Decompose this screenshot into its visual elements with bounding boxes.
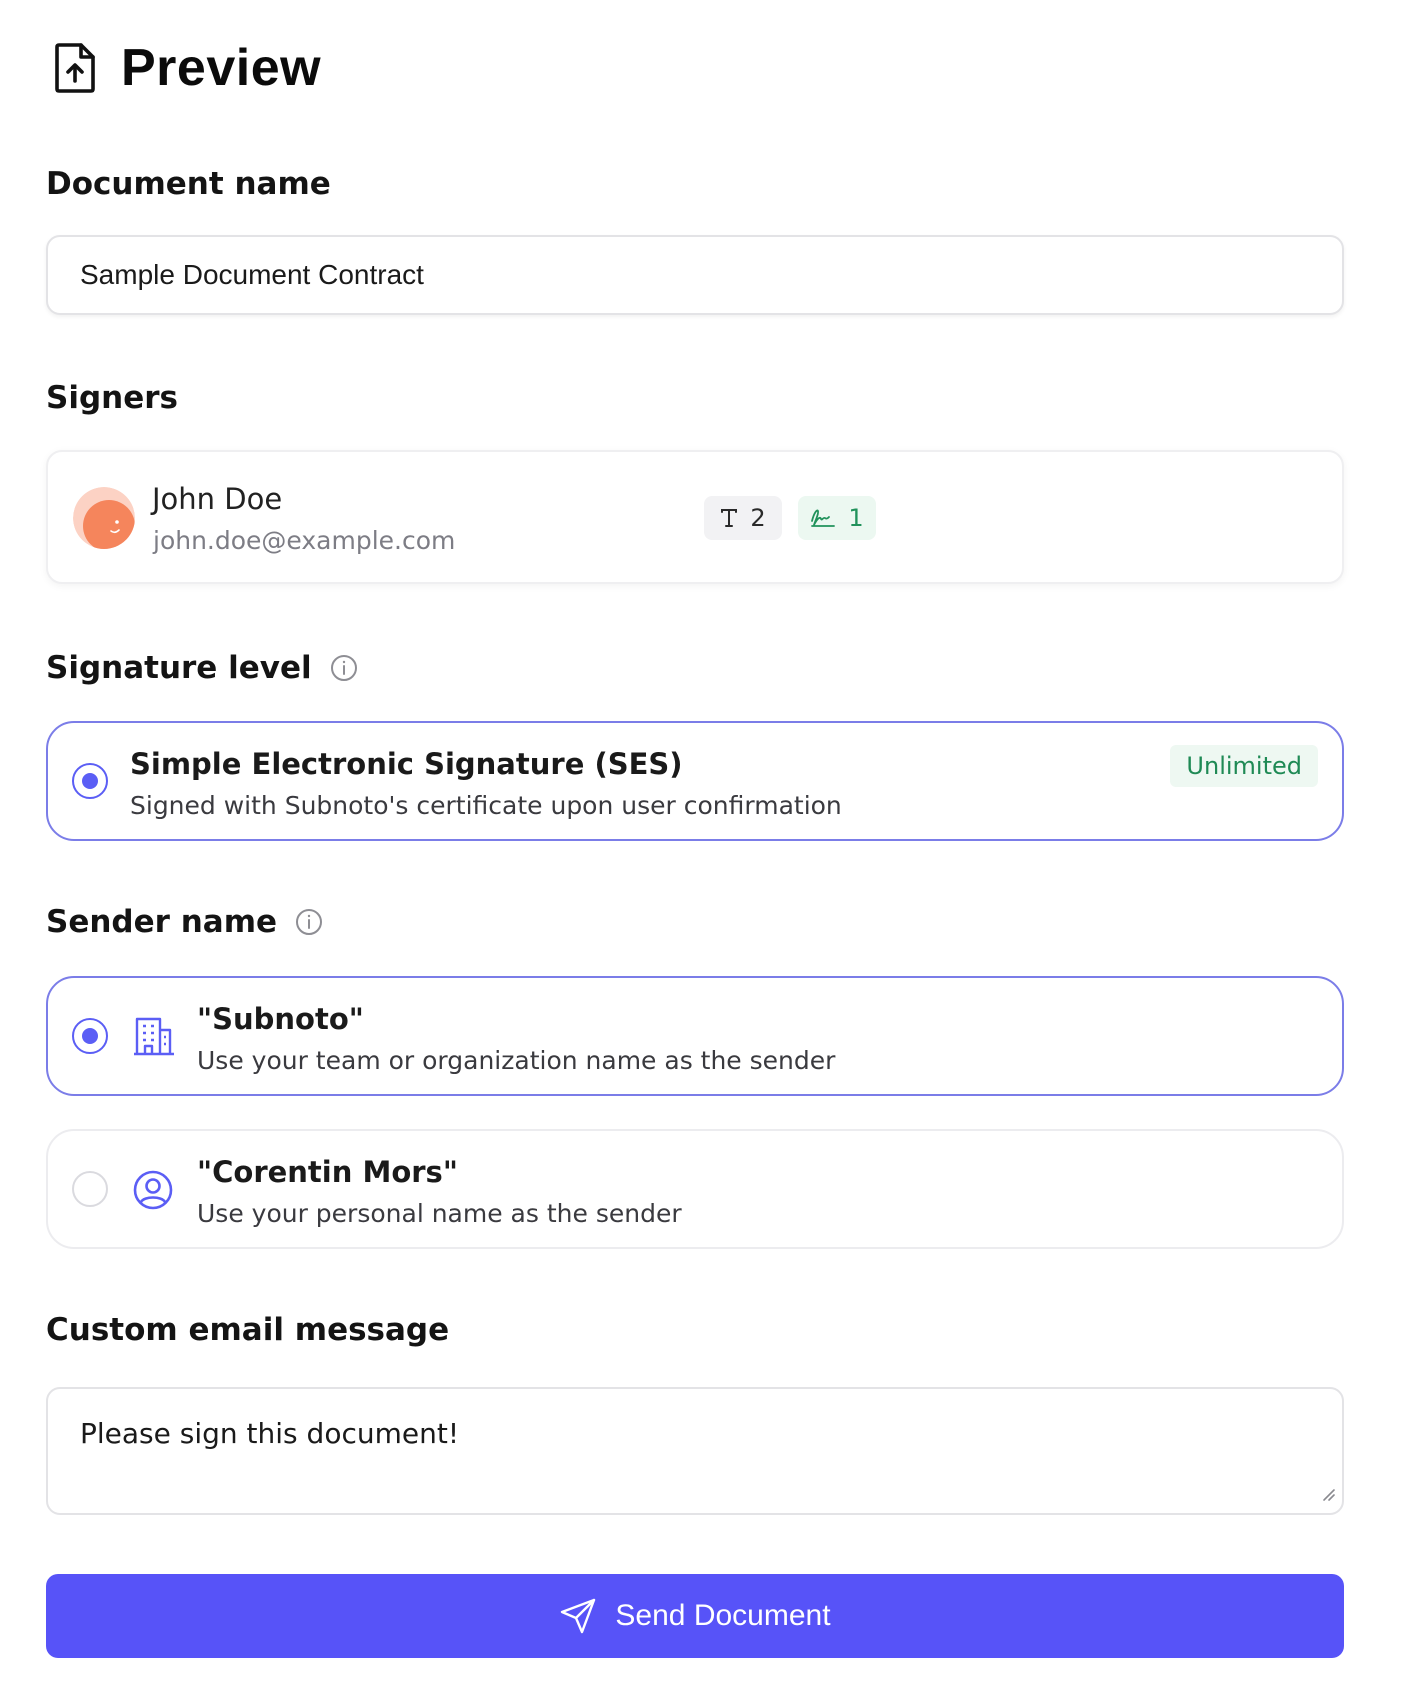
document-name-label: Document name (46, 166, 331, 202)
signature-level-title: Signature level (46, 650, 312, 686)
user-circle-icon (132, 1169, 174, 1211)
sender-name-label: Sender name (46, 904, 323, 940)
custom-message-text: Please sign this document! (80, 1417, 460, 1450)
sender-option-personal[interactable]: "Corentin Mors" Use your personal name a… (46, 1129, 1344, 1249)
signature-level-option-ses[interactable]: Simple Electronic Signature (SES) Signed… (46, 721, 1344, 841)
signer-name: John Doe (152, 482, 283, 516)
sender-option-organization[interactable]: "Subnoto" Use your team or organization … (46, 976, 1344, 1096)
signature-fields-badge: 1 (798, 496, 876, 540)
sender-name-title: Sender name (46, 904, 278, 940)
document-name-input[interactable] (46, 235, 1344, 315)
send-document-button[interactable]: Send Document (46, 1574, 1344, 1658)
signer-card[interactable]: John Doe john.doe@example.com 2 1 (46, 450, 1344, 584)
avatar (73, 487, 135, 549)
personal-sender-description: Use your personal name as the sender (197, 1199, 682, 1228)
send-icon (559, 1597, 597, 1635)
organization-sender-title: "Subnoto" (197, 1002, 364, 1036)
organization-radio[interactable] (72, 1018, 108, 1054)
custom-message-label: Custom email message (46, 1312, 450, 1348)
ses-title: Simple Electronic Signature (SES) (130, 747, 683, 781)
page-header: Preview (52, 38, 321, 98)
ses-description: Signed with Subnoto's certificate upon u… (130, 791, 842, 820)
info-icon[interactable] (330, 654, 358, 682)
signature-fields-count: 1 (848, 504, 864, 532)
page-title: Preview (121, 39, 322, 97)
custom-message-textarea[interactable]: Please sign this document! (46, 1387, 1344, 1515)
signers-label: Signers (46, 380, 178, 416)
signature-level-label: Signature level (46, 650, 358, 686)
personal-sender-title: "Corentin Mors" (197, 1155, 458, 1189)
personal-radio[interactable] (72, 1171, 108, 1207)
unlimited-badge: Unlimited (1170, 745, 1318, 787)
file-upload-icon (52, 40, 98, 96)
info-icon[interactable] (295, 908, 323, 936)
text-type-icon (720, 507, 738, 529)
building-icon (132, 1016, 176, 1056)
text-fields-badge: 2 (704, 496, 782, 540)
resize-handle-icon[interactable] (1320, 1476, 1336, 1509)
signature-icon (810, 507, 836, 529)
signer-email: john.doe@example.com (153, 526, 456, 555)
organization-sender-description: Use your team or organization name as th… (197, 1046, 836, 1075)
text-fields-count: 2 (750, 504, 766, 532)
ses-radio[interactable] (72, 763, 108, 799)
send-document-label: Send Document (615, 1599, 831, 1632)
